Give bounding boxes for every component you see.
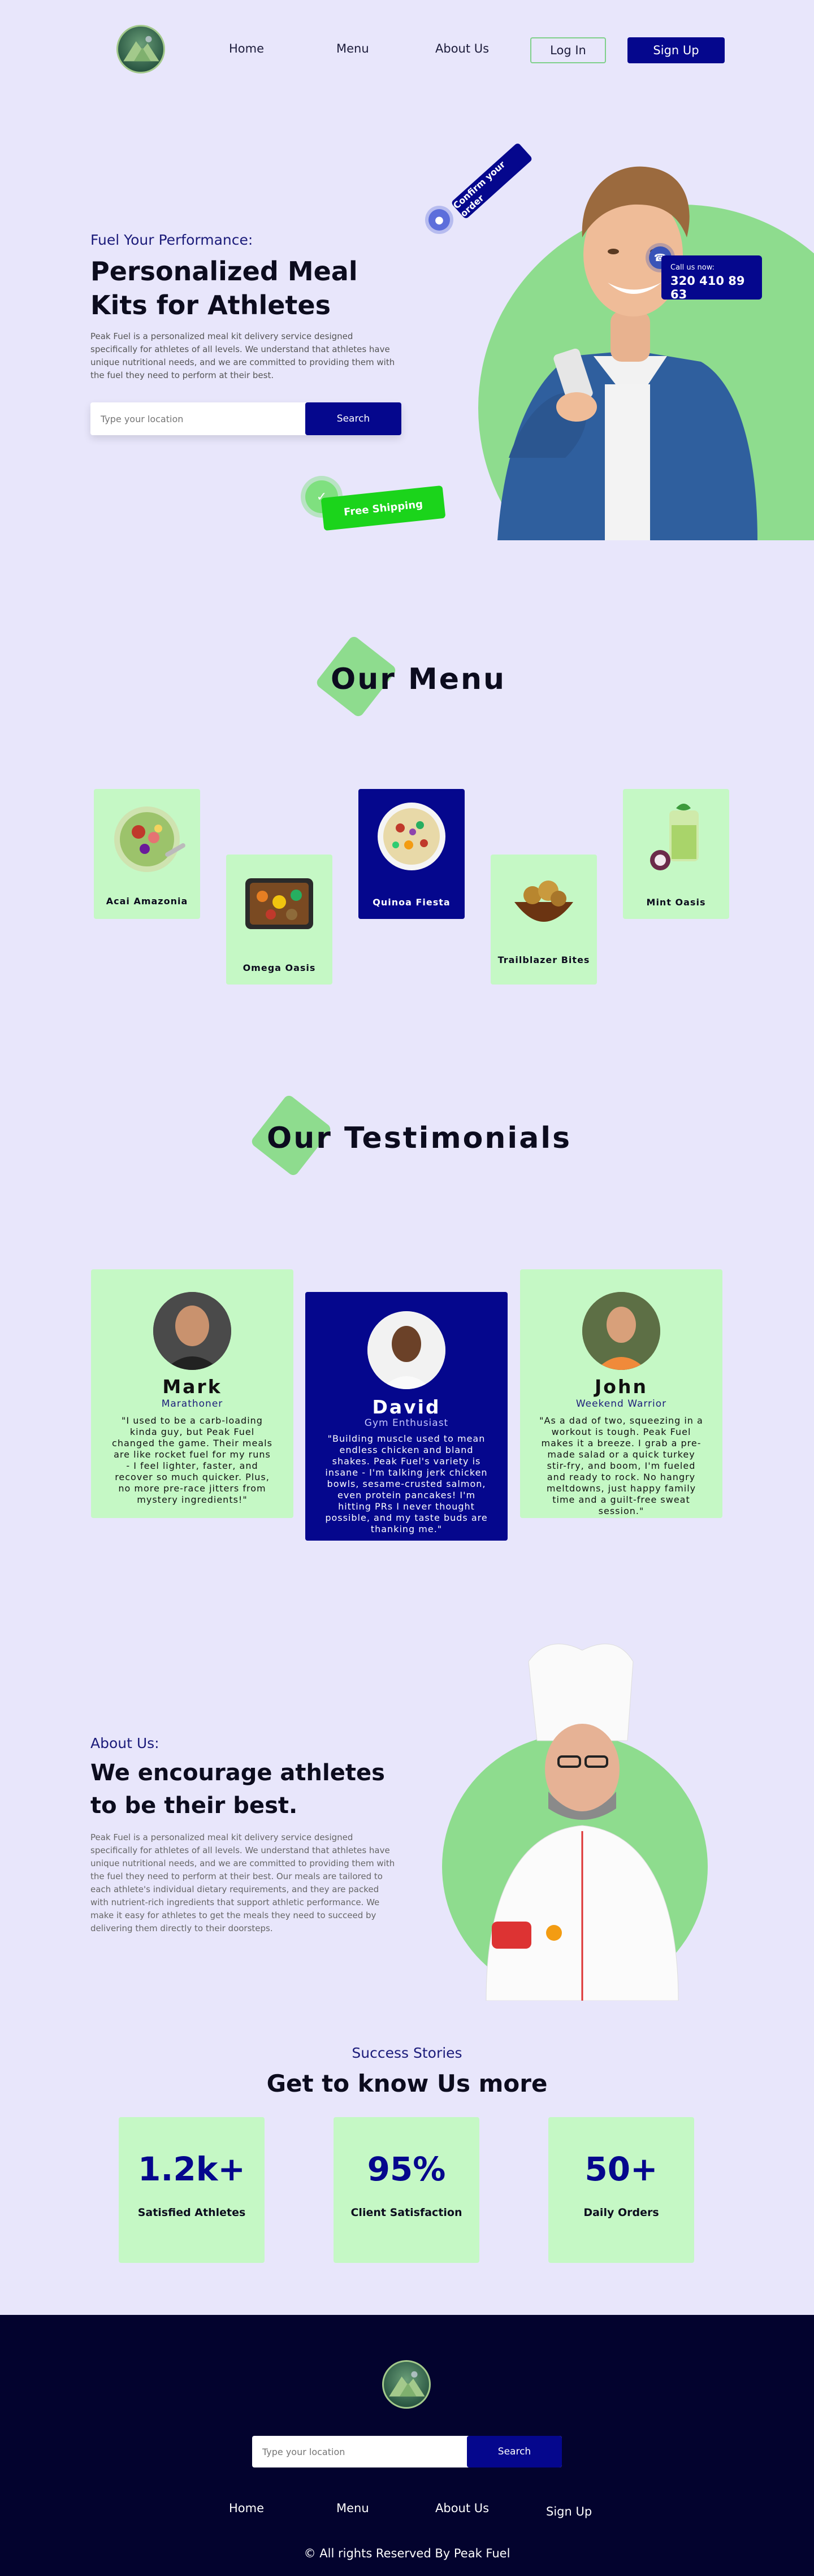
signup-button[interactable]: Sign Up [627,37,725,63]
login-button[interactable]: Log In [530,37,606,63]
stats-title: Get to know Us more [266,2070,548,2097]
hero-athlete-image [497,166,757,540]
nav-menu-link[interactable]: Menu [336,42,369,55]
menu-item-name: Acai Amazonia [106,896,188,907]
avatar [153,1292,231,1370]
footer-search-bar: Search [252,2436,562,2467]
page: Home Menu About Us Log In Sign Up Fuel Y… [0,0,814,2576]
call-label: Call us now: [670,263,715,272]
footer-signup-link[interactable]: Sign Up [546,2505,592,2518]
stat-card-athletes: 1.2k+ Satisfied Athletes [119,2117,265,2263]
menu-card-omega[interactable]: Omega Oasis [226,855,332,985]
menu-heading: Our Menu [331,662,506,696]
testimonial-quote: "I used to be a carb-loading kinda guy, … [112,1415,272,1505]
about-title: We encourage athletes to be their best. [90,1760,385,1819]
stats-subtitle: Success Stories [352,2045,462,2061]
order-pin-icon: ● [428,209,450,231]
copyright: © All rights Reserved By Peak Fuel [304,2547,510,2560]
stat-value: 1.2k+ [138,2150,245,2188]
free-shipping-tag: Free Shipping [321,485,446,531]
menu-card-acai[interactable]: Acai Amazonia [94,789,200,919]
testimonials-heading: Our Testimonials [267,1121,571,1155]
menu-heading-highlight: Our [331,662,396,696]
hero-image-area [441,141,814,540]
footer-menu-link[interactable]: Menu [336,2501,369,2515]
testimonial-name: John [595,1376,648,1398]
about-subtitle: About Us: [90,1735,159,1751]
omega-oasis-image [245,878,313,929]
testimonial-quote: "As a dad of two, squeezing in a workout… [539,1415,703,1516]
acai-bowl-image [114,806,185,872]
call-number: 320 410 89 63 [670,274,745,301]
testimonial-role: Marathoner [161,1398,223,1410]
trailblazer-bites-image [514,881,573,922]
search-button[interactable]: Search [305,402,401,435]
testimonial-role: Gym Enthusiast [364,1417,449,1429]
stat-card-orders: 50+ Daily Orders [548,2117,694,2263]
stat-label: Client Satisfaction [350,2206,462,2219]
hero-subtitle: Fuel Your Performance: [90,232,253,248]
testimonial-card-mark: Mark Marathoner "I used to be a carb-loa… [91,1269,293,1518]
menu-item-name: Quinoa Fiesta [373,897,451,908]
footer-about-link[interactable]: About Us [435,2501,489,2515]
testimonial-card-david: David Gym Enthusiast "Building muscle us… [305,1292,508,1541]
menu-item-name: Mint Oasis [646,897,706,908]
nav-home-link[interactable]: Home [229,42,264,55]
stat-label: Daily Orders [583,2206,659,2219]
avatar [367,1311,445,1389]
chef-image [486,1643,679,2001]
mint-oasis-image [650,804,699,870]
peak-fuel-logo[interactable] [116,25,165,73]
testimonial-card-john: John Weekend Warrior "As a dad of two, s… [520,1269,722,1518]
testimonial-name: Mark [162,1376,222,1398]
hero-search-bar: Search [90,402,401,435]
footer-search-button[interactable]: Search [467,2436,562,2467]
menu-card-quinoa[interactable]: Quinoa Fiesta [358,789,465,919]
testimonial-quote: "Building muscle used to mean endless ch… [325,1433,488,1534]
menu-card-trailblazer[interactable]: Trailblazer Bites [491,855,597,985]
avatar [582,1292,660,1370]
menu-item-name: Omega Oasis [243,962,316,973]
stat-value: 50+ [584,2150,658,2188]
call-us-box[interactable]: Call us now: 320 410 89 63 [661,255,762,301]
top-nav: Home Menu About Us Log In Sign Up [0,25,814,76]
location-input[interactable] [90,402,305,435]
stat-label: Satisfied Athletes [137,2206,246,2219]
about-description: Peak Fuel is a personalized meal kit del… [90,1832,395,1933]
hero-description: Peak Fuel is a personalized meal kit del… [90,331,395,380]
nav-about-link[interactable]: About Us [435,42,489,55]
hero-title: Personalized Meal Kits for Athletes [90,256,358,320]
footer-home-link[interactable]: Home [229,2501,264,2515]
stat-card-satisfaction: 95% Client Satisfaction [334,2117,479,2263]
footer-location-input[interactable] [252,2436,467,2467]
menu-heading-rest: Menu [408,662,506,696]
quinoa-fiesta-image [378,803,445,870]
testimonials-heading-rest: Testimonials [344,1121,572,1155]
testimonial-role: Weekend Warrior [575,1398,667,1410]
testimonials-heading-highlight: Our [267,1121,332,1155]
stat-value: 95% [367,2150,446,2188]
menu-card-mint[interactable]: Mint Oasis [623,789,729,919]
menu-item-name: Trailblazer Bites [497,955,590,965]
testimonial-name: David [372,1396,441,1418]
footer: Search Home Menu About Us Sign Up © All … [0,2315,814,2576]
footer-logo[interactable] [382,2360,431,2409]
